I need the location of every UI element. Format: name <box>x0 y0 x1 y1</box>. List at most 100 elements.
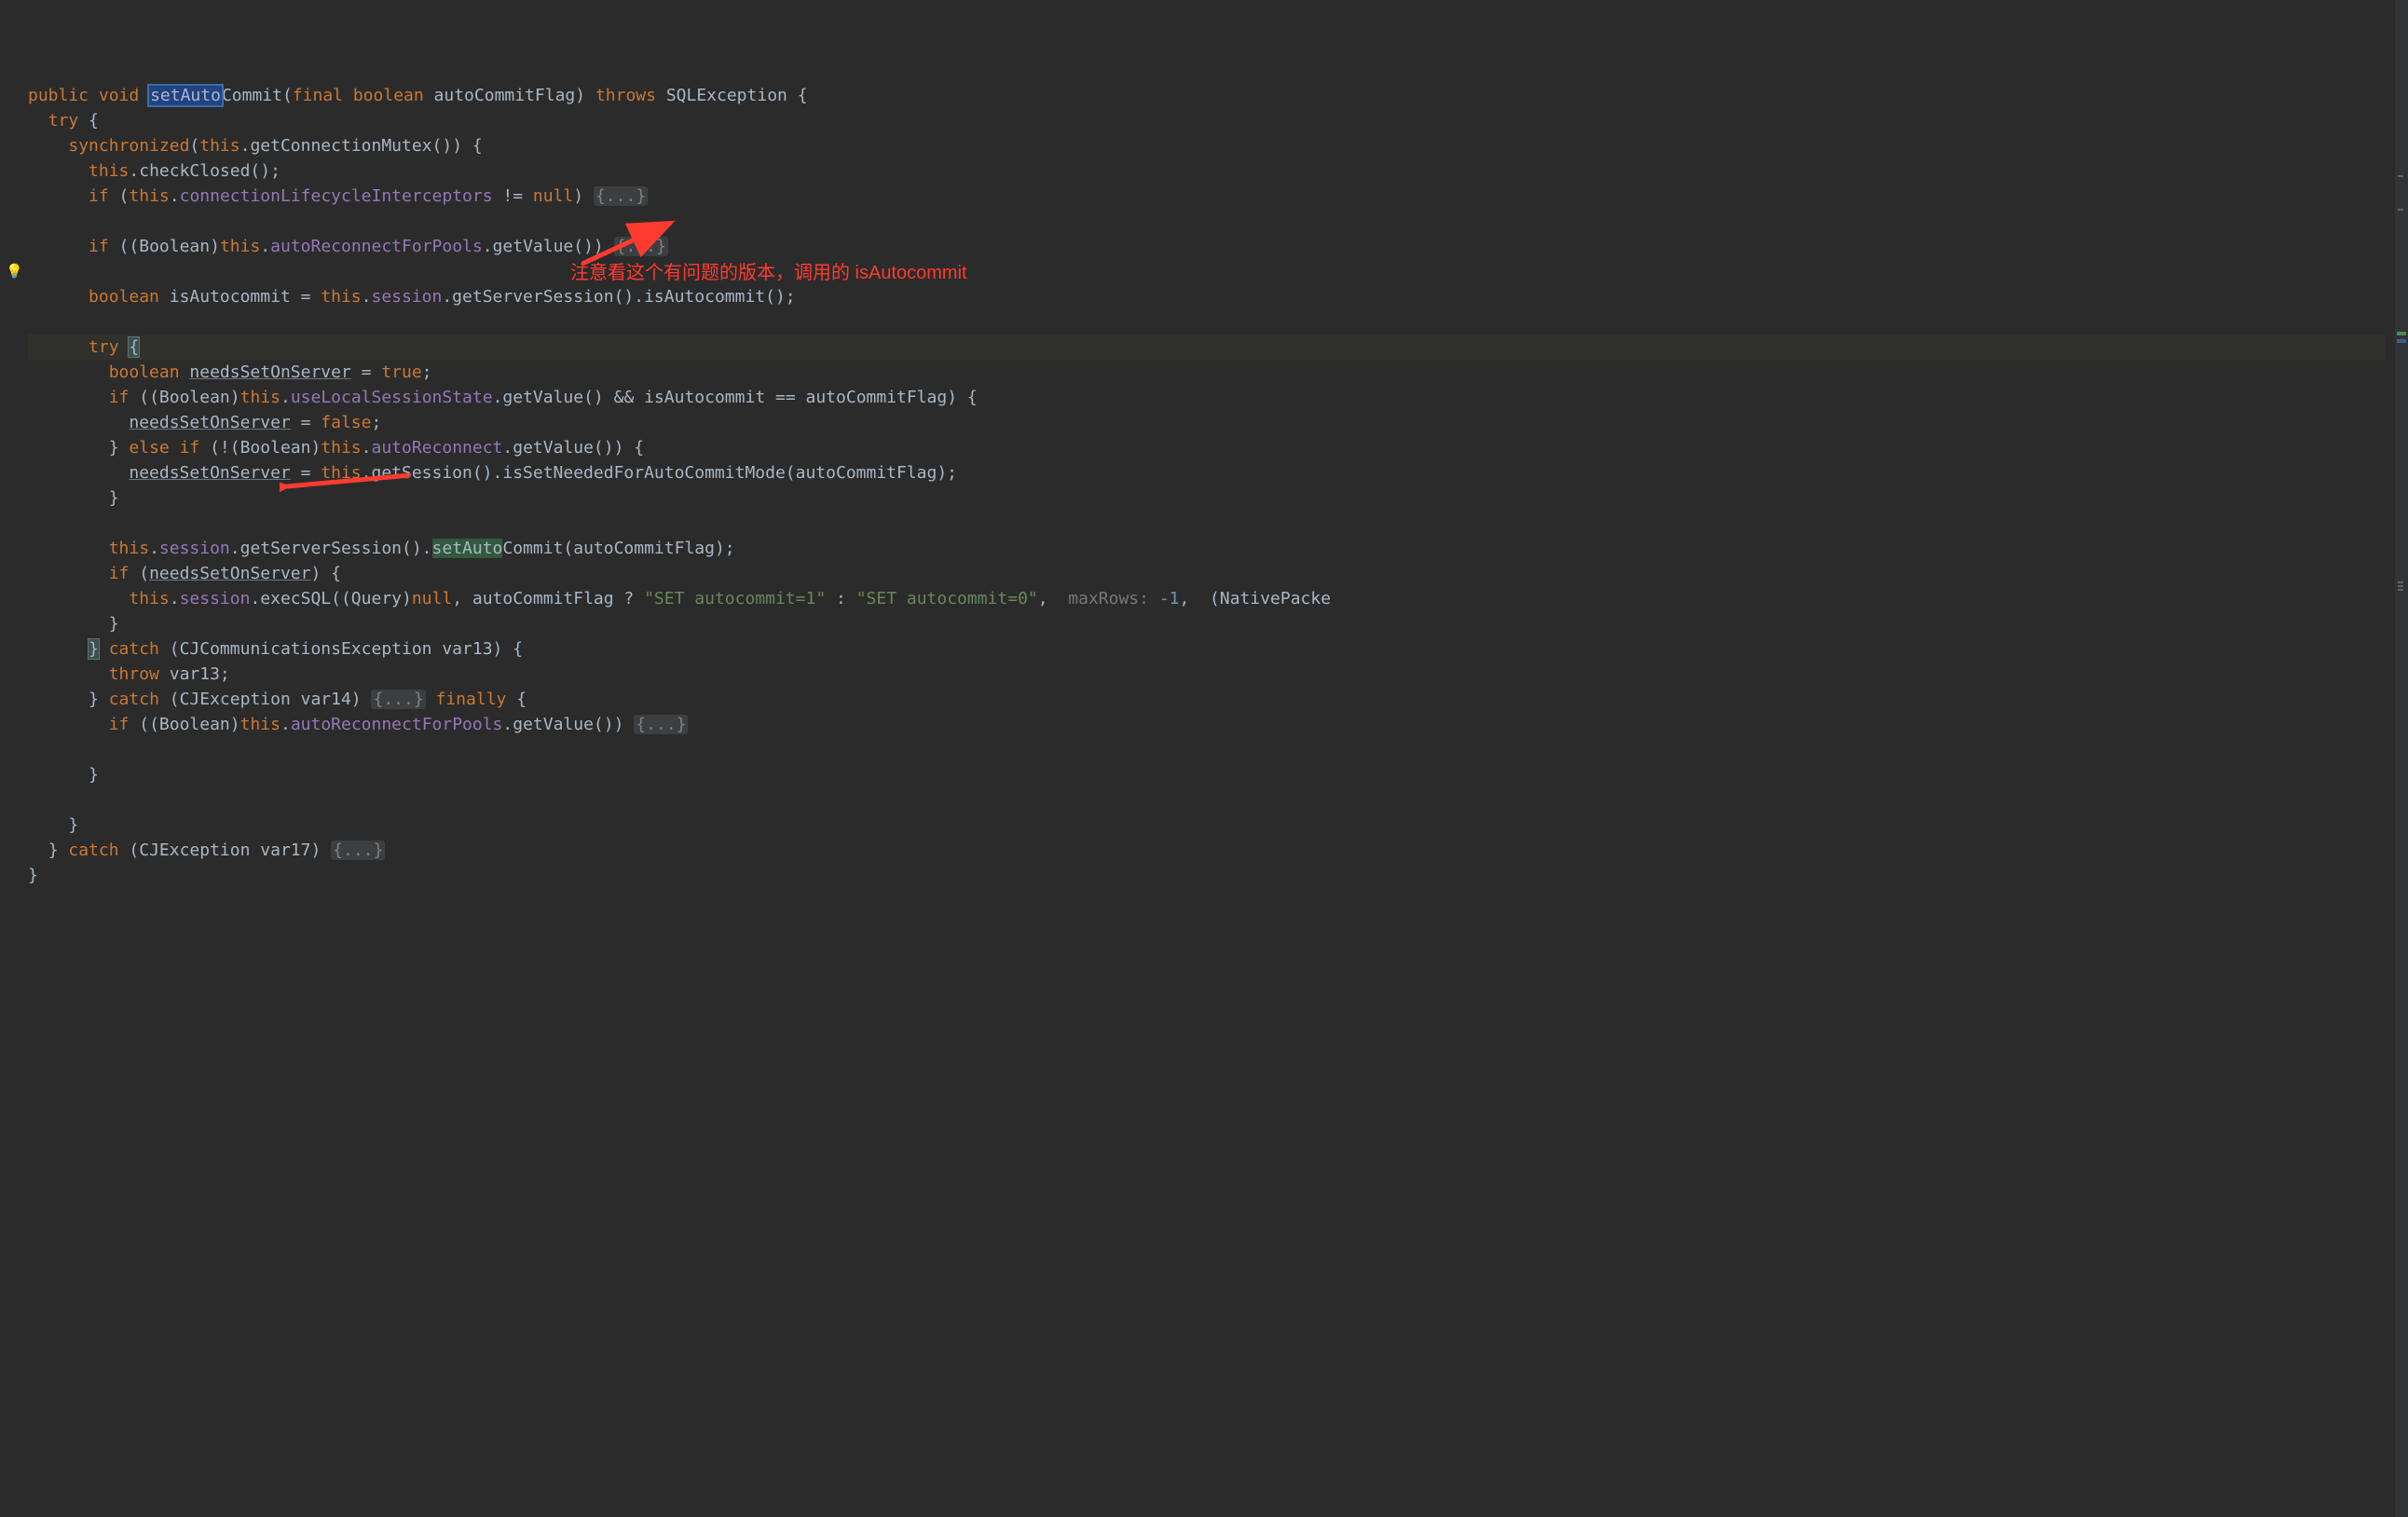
current-line-highlight: try { <box>28 335 2386 360</box>
keyword-catch: catch <box>99 639 159 659</box>
keyword-if: if <box>109 715 130 734</box>
local-var: needsSetOnServer <box>129 413 290 432</box>
code-fold[interactable]: {...} <box>371 690 425 709</box>
editor-gutter <box>0 0 26 1502</box>
op: != <box>493 186 533 206</box>
minimap-marker[interactable] <box>2398 581 2403 583</box>
call: .getSession().isSetNeededForAutoCommitMo… <box>362 463 957 483</box>
dot: . <box>260 237 270 256</box>
dot: . <box>362 438 372 458</box>
field: session <box>180 589 251 608</box>
colon: : <box>826 589 856 608</box>
call-chain: .getServerSession().isAutocommit(); <box>442 287 795 307</box>
throw-target: var13; <box>159 664 230 684</box>
punct: ( <box>189 136 199 156</box>
code-editor[interactable]: 💡 public void setAutoCommit(final boolea… <box>0 0 2408 1502</box>
sc: ; <box>422 362 432 382</box>
brace-close: } <box>68 815 78 835</box>
space <box>180 362 190 382</box>
keyword-true: true <box>381 362 421 382</box>
dot: . <box>362 287 372 307</box>
call: .getValue() && isAutocommit == autoCommi… <box>493 388 978 407</box>
eq: = <box>291 463 322 483</box>
param-hint: maxRows: <box>1068 589 1149 608</box>
field: autoReconnectForPools <box>270 237 483 256</box>
minimap-marker[interactable] <box>2398 589 2403 591</box>
keyword-finally: finally <box>426 690 507 709</box>
minimap-marker[interactable] <box>2398 209 2403 211</box>
dot: . <box>280 715 291 734</box>
brace-close: } <box>28 866 38 885</box>
local-var: needsSetOnServer <box>149 564 310 583</box>
catch-expr: (CJCommunicationsException var13) { <box>159 639 523 659</box>
field: connectionLifecycleInterceptors <box>180 186 493 206</box>
keyword-this: this <box>129 186 169 206</box>
keyword-boolean: boolean <box>109 362 180 382</box>
keyword-this: this <box>240 715 280 734</box>
keyword-this: this <box>240 388 280 407</box>
method-name-suffix: Commit <box>222 86 282 105</box>
catch-expr: (CJException var17) <box>119 840 332 860</box>
brace-close: } <box>109 438 130 458</box>
dot: . <box>170 589 180 608</box>
expr: ( <box>109 186 130 206</box>
expr: ((Boolean) <box>109 237 220 256</box>
keyword-this: this <box>321 463 361 483</box>
brace-close: } <box>89 690 109 709</box>
call: .getValue()) <box>483 237 614 256</box>
open: ( <box>129 564 149 583</box>
trailing: , (NativePacke <box>1180 589 1332 608</box>
expr: ((Boolean) <box>129 715 239 734</box>
code-fold[interactable]: {...} <box>634 715 688 734</box>
keyword-false: false <box>321 413 371 432</box>
keyword-if: if <box>109 564 130 583</box>
brace-close: } <box>89 765 99 785</box>
keyword-try: try <box>48 111 79 130</box>
keyword-this: this <box>109 539 149 558</box>
minimap-marker[interactable] <box>2398 175 2403 177</box>
brace: { <box>506 690 527 709</box>
keyword-synchronized: synchronized <box>68 136 189 156</box>
eq: = <box>291 413 322 432</box>
call: .getValue()) <box>502 715 634 734</box>
brace-close: } <box>109 614 119 634</box>
keyword-catch: catch <box>68 840 118 860</box>
minimap[interactable] <box>2395 0 2408 1517</box>
call: .execSQL((Query) <box>250 589 411 608</box>
keyword-throws: throws <box>595 86 656 105</box>
expr: (!(Boolean) <box>199 438 321 458</box>
field: useLocalSessionState <box>291 388 493 407</box>
string-literal: "SET autocommit=1" <box>644 589 826 608</box>
keyword-if: if <box>109 388 130 407</box>
space <box>1149 589 1159 608</box>
keyword-if: if <box>89 186 109 206</box>
param-name: autoCommitFlag <box>434 86 576 105</box>
close: ) <box>573 186 594 206</box>
keyword-this: this <box>129 589 169 608</box>
minimap-marker[interactable] <box>2397 339 2406 343</box>
brace-open: { <box>798 86 808 105</box>
local-var: needsSetOnServer <box>129 463 290 483</box>
keyword-this: this <box>199 136 239 156</box>
keyword-if: if <box>89 237 109 256</box>
keyword-try: try <box>89 337 119 357</box>
field: session <box>371 287 442 307</box>
code-fold[interactable]: {...} <box>331 840 385 860</box>
keyword-null: null <box>533 186 573 206</box>
expr: ((Boolean) <box>129 388 239 407</box>
paren-close: ) <box>575 86 585 105</box>
minimap-marker[interactable] <box>2398 585 2403 587</box>
code-fold[interactable]: {...} <box>594 186 648 206</box>
code-fold[interactable]: {...} <box>614 237 668 256</box>
keyword-public: public <box>28 86 89 105</box>
minimap-marker[interactable] <box>2397 332 2406 335</box>
brace: { <box>89 111 99 130</box>
type-sqlexception: SQLException <box>666 86 787 105</box>
comma: , <box>1038 589 1069 608</box>
dot: . <box>240 136 251 156</box>
call-rest: Commit(autoCommitFlag); <box>502 539 734 558</box>
keyword-catch: catch <box>109 690 159 709</box>
catch-expr: (CJException var14) <box>159 690 372 709</box>
close: ) { <box>310 564 341 583</box>
string-literal: "SET autocommit=0" <box>856 589 1038 608</box>
